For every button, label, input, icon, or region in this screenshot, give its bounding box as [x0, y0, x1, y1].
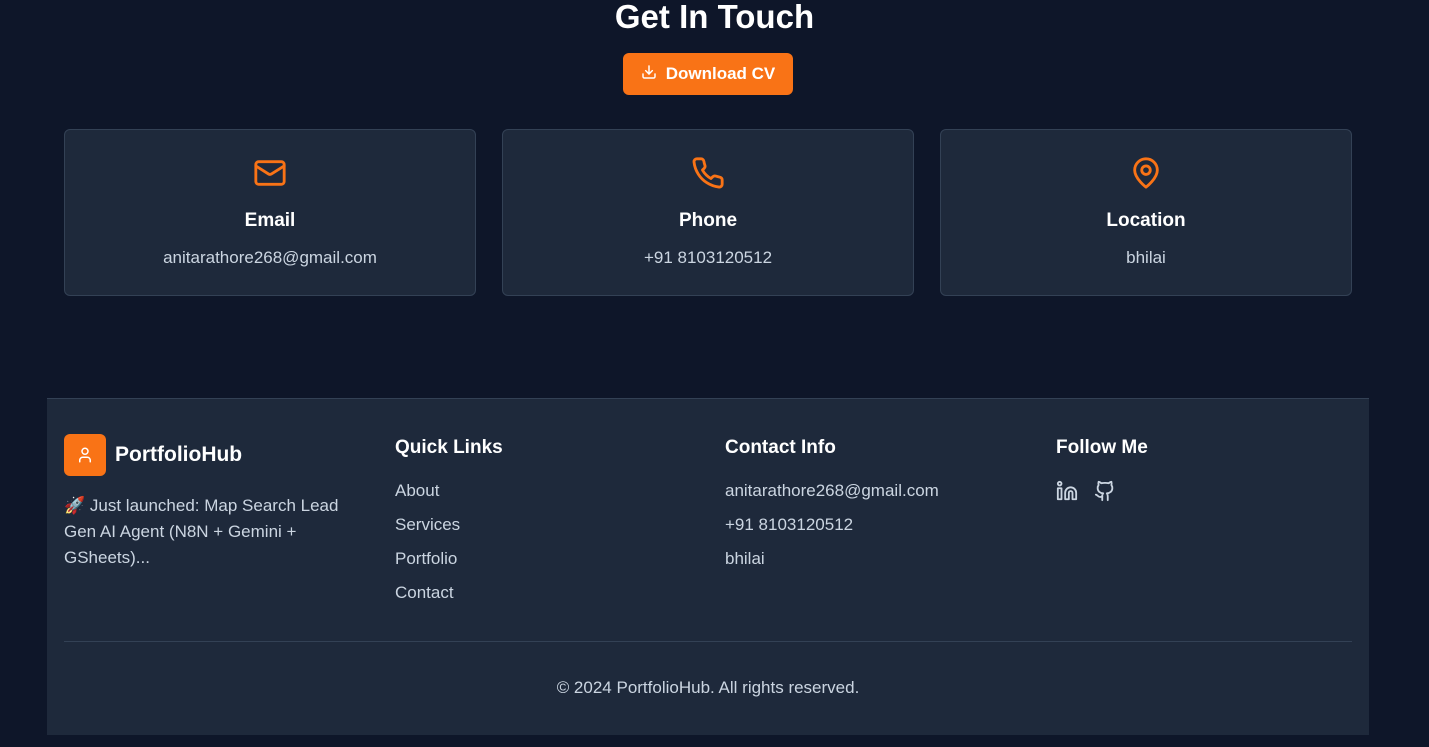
contact-info-list: anitarathore268@gmail.com +91 8103120512…: [725, 480, 939, 582]
contact-info-email: anitarathore268@gmail.com: [725, 481, 939, 500]
brand-name: PortfolioHub: [115, 443, 243, 466]
email-card-value: anitarathore268@gmail.com: [163, 248, 377, 267]
brand-description: 🚀 Just launched: Map Search Lead Gen AI …: [64, 496, 339, 567]
footer-link-services[interactable]: Services: [395, 515, 460, 534]
location-card: Location bhilai: [940, 129, 1352, 296]
mail-icon: [65, 156, 475, 190]
footer-divider: [64, 641, 1352, 642]
site-footer: PortfolioHub 🚀 Just launched: Map Search…: [47, 398, 1369, 735]
contact-info-title: Contact Info: [725, 437, 836, 458]
copyright-text: © 2024 PortfolioHub. All rights reserved…: [556, 678, 860, 697]
download-cv-button[interactable]: Download CV: [623, 53, 793, 95]
social-links: [1056, 480, 1148, 502]
email-card: Email anitarathore268@gmail.com: [64, 129, 476, 296]
phone-card-value: +91 8103120512: [643, 248, 773, 267]
quick-links-list: About Services Portfolio Contact: [395, 480, 503, 616]
location-card-value: bhilai: [1126, 248, 1166, 267]
user-icon: [64, 434, 106, 476]
phone-icon: [503, 156, 913, 190]
list-item: Services: [395, 514, 503, 548]
quick-links-column: Quick Links About Services Portfolio Con…: [395, 437, 503, 616]
follow-title: Follow Me: [1056, 437, 1148, 458]
contact-info-location: bhilai: [725, 549, 765, 568]
list-item: Portfolio: [395, 548, 503, 582]
download-icon: [641, 64, 657, 85]
linkedin-icon[interactable]: [1056, 480, 1078, 502]
footer-link-about[interactable]: About: [395, 481, 439, 500]
contact-info-phone: +91 8103120512: [725, 515, 854, 534]
download-cv-label: Download CV: [665, 64, 776, 83]
phone-card: Phone +91 8103120512: [502, 129, 914, 296]
location-card-title: Location: [1106, 210, 1186, 231]
map-pin-icon: [941, 156, 1351, 190]
list-item: Contact: [395, 582, 503, 616]
email-card-title: Email: [244, 210, 296, 231]
footer-link-contact[interactable]: Contact: [395, 583, 454, 602]
list-item: About: [395, 480, 503, 514]
github-icon[interactable]: [1094, 480, 1116, 502]
contact-section-title: Get In Touch: [614, 0, 815, 35]
quick-links-title: Quick Links: [395, 437, 503, 458]
footer-brand[interactable]: PortfolioHub: [64, 434, 242, 476]
contact-info-column: Contact Info anitarathore268@gmail.com +…: [725, 437, 939, 582]
phone-card-title: Phone: [678, 210, 738, 231]
follow-column: Follow Me: [1056, 437, 1148, 502]
footer-link-portfolio[interactable]: Portfolio: [395, 549, 457, 568]
